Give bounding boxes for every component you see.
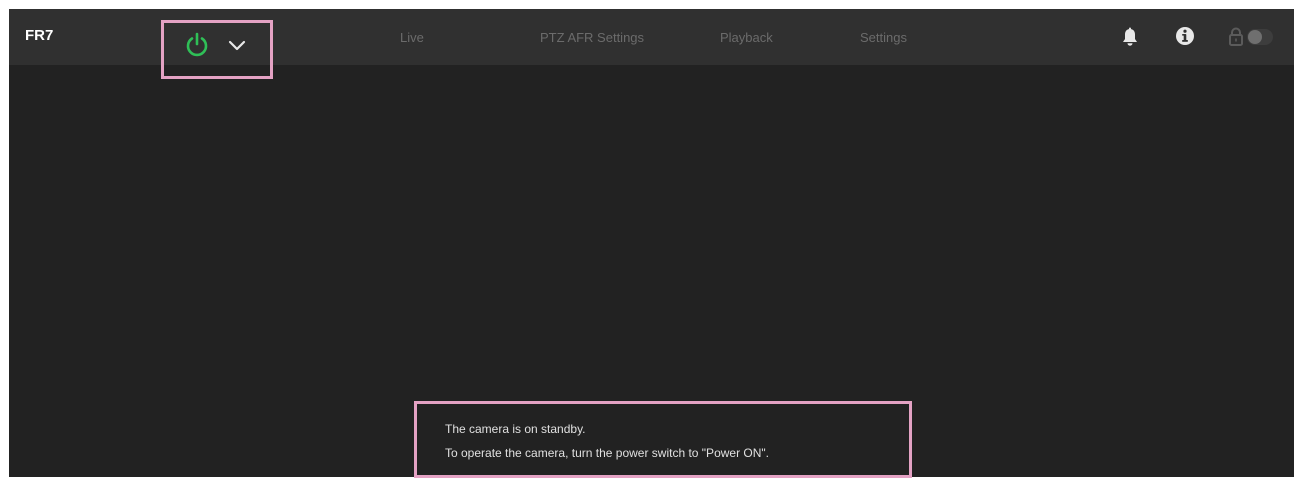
top-navigation-bar: FR7 Live PTZ AFR Settings Playback Setti… xyxy=(9,9,1294,79)
camera-web-app: FR7 Live PTZ AFR Settings Playback Setti… xyxy=(9,9,1294,478)
camera-model-title: FR7 xyxy=(25,27,54,44)
tab-playback[interactable]: Playback xyxy=(720,30,773,45)
chevron-down-icon[interactable] xyxy=(226,35,248,55)
power-control[interactable] xyxy=(161,20,273,79)
standby-message-box: The camera is on standby. To operate the… xyxy=(414,401,912,478)
standby-message-line-1: The camera is on standby. xyxy=(445,422,586,436)
bell-icon[interactable] xyxy=(1119,26,1141,48)
tab-settings[interactable]: Settings xyxy=(860,30,907,45)
standby-message-line-2: To operate the camera, turn the power sw… xyxy=(445,446,769,460)
info-icon[interactable] xyxy=(1174,25,1196,47)
tab-ptz-afr-settings[interactable]: PTZ AFR Settings xyxy=(540,30,644,45)
tab-live[interactable]: Live xyxy=(400,30,424,45)
lock-toggle-knob xyxy=(1248,30,1262,44)
lock-icon xyxy=(1229,27,1243,46)
lock-toggle[interactable] xyxy=(1247,29,1273,45)
power-icon[interactable] xyxy=(184,32,210,58)
